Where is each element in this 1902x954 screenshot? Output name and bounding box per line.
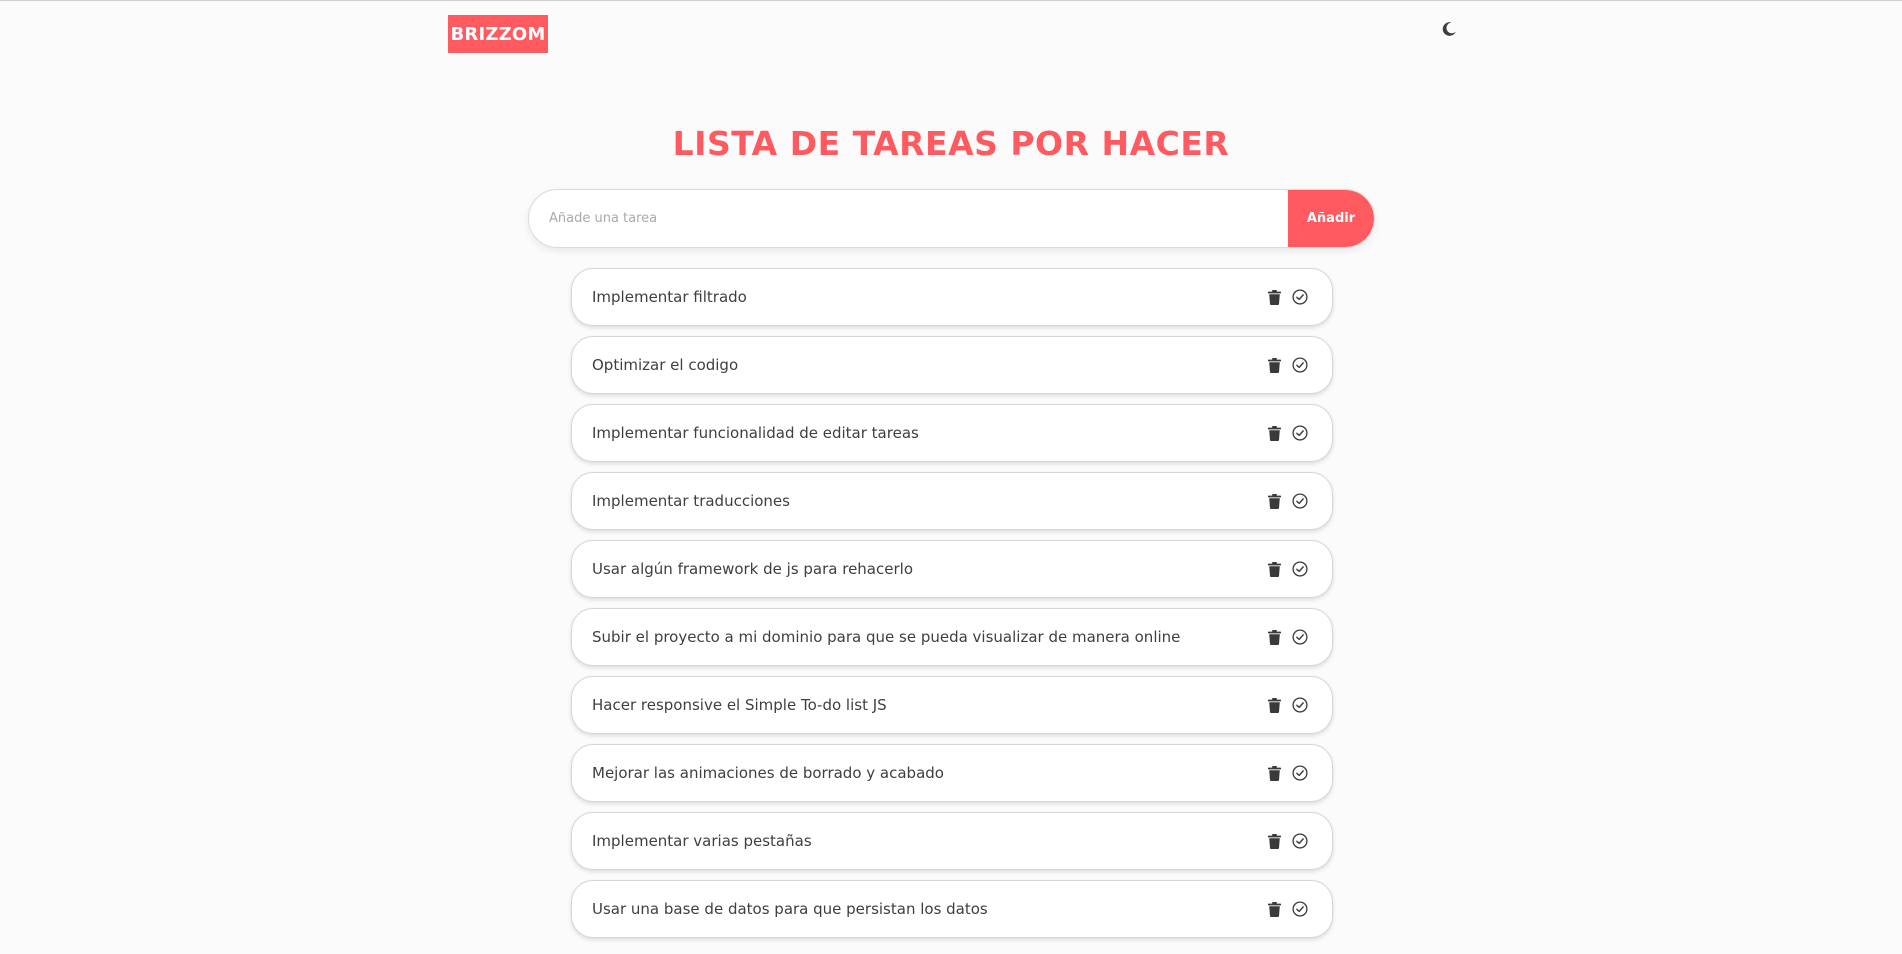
task-text: Subir el proyecto a mi dominio para que … bbox=[592, 628, 1181, 646]
top-border bbox=[0, 0, 1902, 1]
task-text: Implementar traducciones bbox=[592, 492, 790, 510]
check-circle-icon[interactable] bbox=[1291, 900, 1309, 918]
task-actions bbox=[1265, 356, 1309, 374]
task-actions bbox=[1265, 696, 1309, 714]
task-item[interactable]: Usar algún framework de js para rehacerl… bbox=[571, 540, 1333, 598]
trash-icon[interactable] bbox=[1265, 832, 1283, 850]
trash-icon[interactable] bbox=[1265, 288, 1283, 306]
task-text: Mejorar las animaciones de borrado y aca… bbox=[592, 764, 944, 782]
task-item[interactable]: Implementar varias pestañas bbox=[571, 812, 1333, 870]
task-actions bbox=[1265, 424, 1309, 442]
add-task-form: Añadir bbox=[528, 189, 1375, 248]
trash-icon[interactable] bbox=[1265, 764, 1283, 782]
check-circle-icon[interactable] bbox=[1291, 628, 1309, 646]
task-actions bbox=[1265, 288, 1309, 306]
task-item[interactable]: Mejorar las animaciones de borrado y aca… bbox=[571, 744, 1333, 802]
task-item[interactable]: Optimizar el codigo bbox=[571, 336, 1333, 394]
check-circle-icon[interactable] bbox=[1291, 424, 1309, 442]
task-text: Implementar funcionalidad de editar tare… bbox=[592, 424, 919, 442]
trash-icon[interactable] bbox=[1265, 900, 1283, 918]
task-actions bbox=[1265, 492, 1309, 510]
trash-icon[interactable] bbox=[1265, 492, 1283, 510]
trash-icon[interactable] bbox=[1265, 560, 1283, 578]
check-circle-icon[interactable] bbox=[1291, 288, 1309, 306]
task-item[interactable]: Subir el proyecto a mi dominio para que … bbox=[571, 608, 1333, 666]
task-actions bbox=[1265, 832, 1309, 850]
check-circle-icon[interactable] bbox=[1291, 764, 1309, 782]
page-title: LISTA DE TAREAS POR HACER bbox=[672, 124, 1230, 163]
brand-logo[interactable]: BRIZZOM bbox=[448, 15, 548, 53]
task-actions bbox=[1265, 560, 1309, 578]
task-text: Implementar varias pestañas bbox=[592, 832, 812, 850]
task-item[interactable]: Implementar filtrado bbox=[571, 268, 1333, 326]
check-circle-icon[interactable] bbox=[1291, 832, 1309, 850]
task-input[interactable] bbox=[529, 190, 1288, 247]
trash-icon[interactable] bbox=[1265, 628, 1283, 646]
moon-icon bbox=[1441, 21, 1457, 41]
check-circle-icon[interactable] bbox=[1291, 356, 1309, 374]
add-task-button[interactable]: Añadir bbox=[1288, 190, 1374, 247]
task-actions bbox=[1265, 628, 1309, 646]
task-text: Usar una base de datos para que persista… bbox=[592, 900, 988, 918]
task-text: Usar algún framework de js para rehacerl… bbox=[592, 560, 913, 578]
task-text: Hacer responsive el Simple To-do list JS bbox=[592, 696, 887, 714]
task-item[interactable]: Implementar funcionalidad de editar tare… bbox=[571, 404, 1333, 462]
task-item[interactable]: Implementar traducciones bbox=[571, 472, 1333, 530]
trash-icon[interactable] bbox=[1265, 424, 1283, 442]
task-actions bbox=[1265, 764, 1309, 782]
check-circle-icon[interactable] bbox=[1291, 696, 1309, 714]
task-item[interactable]: Usar una base de datos para que persista… bbox=[571, 880, 1333, 938]
check-circle-icon[interactable] bbox=[1291, 560, 1309, 578]
check-circle-icon[interactable] bbox=[1291, 492, 1309, 510]
task-item[interactable]: Hacer responsive el Simple To-do list JS bbox=[571, 676, 1333, 734]
trash-icon[interactable] bbox=[1265, 356, 1283, 374]
theme-toggle-button[interactable] bbox=[1438, 20, 1460, 42]
task-text: Optimizar el codigo bbox=[592, 356, 739, 374]
task-text: Implementar filtrado bbox=[592, 288, 747, 306]
task-list: Implementar filtrado Optimizar el codigo bbox=[571, 268, 1333, 948]
task-actions bbox=[1265, 900, 1309, 918]
trash-icon[interactable] bbox=[1265, 696, 1283, 714]
